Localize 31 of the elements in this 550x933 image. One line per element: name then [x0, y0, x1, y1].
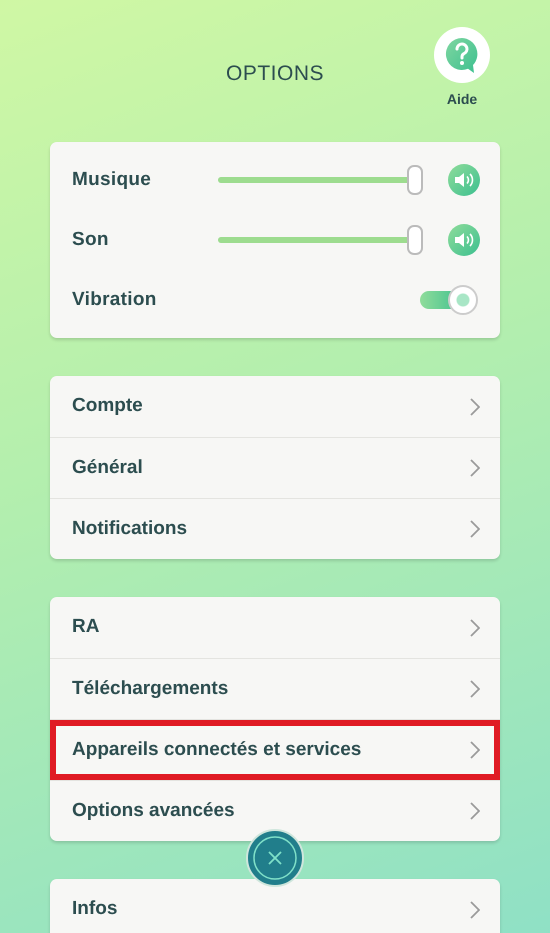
- menu-item[interactable]: RA: [50, 597, 500, 658]
- menu-item[interactable]: Appareils connectés et services: [50, 719, 500, 780]
- chevron-icon: [470, 618, 480, 636]
- sound-button[interactable]: [448, 164, 480, 196]
- menu-item[interactable]: Compte: [50, 376, 500, 437]
- menu-item[interactable]: Infos: [50, 879, 500, 933]
- chevron-icon: [470, 802, 480, 820]
- slider-thumb[interactable]: [407, 225, 423, 255]
- chevron-icon: [470, 520, 480, 538]
- chevron-icon: [470, 459, 480, 477]
- chevron-icon: [470, 900, 480, 918]
- setting-label: Vibration: [72, 288, 158, 312]
- chevron-icon: [470, 741, 480, 759]
- volume-slider[interactable]: [218, 165, 423, 195]
- volume-slider[interactable]: [218, 225, 423, 255]
- vibration-toggle[interactable]: [420, 285, 480, 315]
- menu-item[interactable]: Téléchargements: [50, 658, 500, 719]
- sound-button[interactable]: [448, 224, 480, 256]
- chevron-icon: [470, 680, 480, 698]
- speaker-icon: [454, 172, 474, 188]
- setting-label: Son: [72, 228, 110, 252]
- menu-item[interactable]: Général: [50, 437, 500, 498]
- setting-label: Musique: [72, 168, 152, 192]
- help-icon: [444, 36, 480, 74]
- page-title: OPTIONS: [224, 61, 325, 87]
- chevron-icon: [470, 398, 480, 416]
- close-icon: [252, 835, 298, 881]
- help-label: Aide: [446, 90, 478, 109]
- speaker-icon: [454, 232, 474, 248]
- menu-item[interactable]: Notifications: [50, 498, 500, 559]
- slider-thumb[interactable]: [407, 165, 423, 195]
